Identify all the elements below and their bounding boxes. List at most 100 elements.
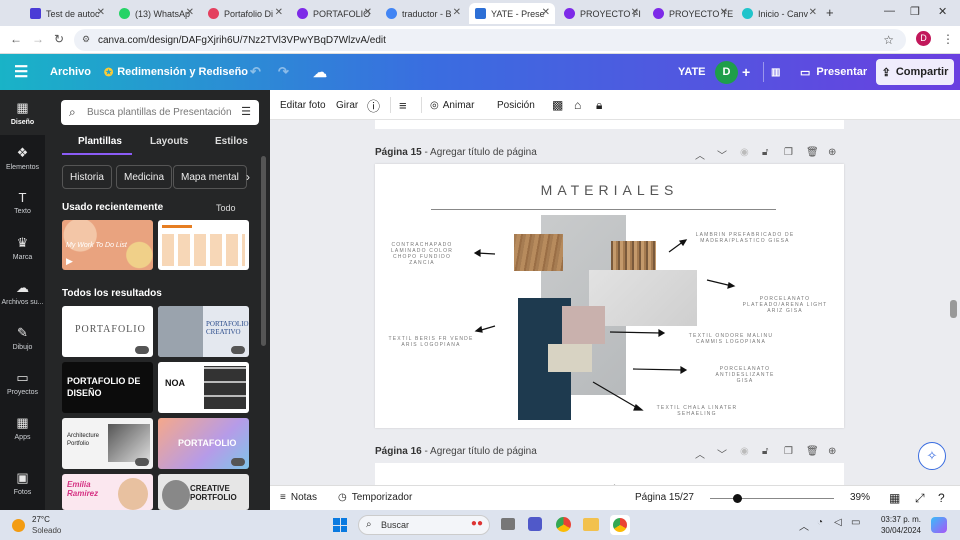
user-avatar[interactable]: D	[715, 61, 738, 84]
panel-scrollbar[interactable]	[261, 156, 266, 346]
rail-item-archivos[interactable]: ☁ Archivos su...	[0, 280, 45, 306]
close-icon[interactable]: ✕	[720, 7, 728, 18]
maximize-icon[interactable]: ❐	[910, 5, 920, 18]
close-icon[interactable]: ✕	[453, 7, 461, 18]
close-icon[interactable]: ✕	[186, 7, 194, 18]
close-window-icon[interactable]: ✕	[938, 5, 947, 18]
zoom-slider-knob[interactable]	[732, 494, 742, 503]
close-icon[interactable]: ✕	[631, 7, 639, 18]
material-label[interactable]: LAMBRIN PREFABRICADO DE MADERA/PLASTICO …	[693, 232, 797, 244]
add-collaborator-icon[interactable]: +	[742, 54, 750, 90]
analytics-icon[interactable]: ▥	[771, 54, 780, 90]
close-icon[interactable]: ✕	[97, 7, 105, 18]
template-thumb[interactable]: PORTAFOLIO	[62, 306, 153, 357]
duplicate-page-icon[interactable]: ❐	[784, 147, 793, 158]
hide-page-icon[interactable]: ◉	[740, 446, 749, 457]
file-explorer-icon[interactable]	[583, 518, 599, 531]
wifi-icon[interactable]: ◔	[817, 517, 823, 528]
info-icon[interactable]: ⓘ	[367, 90, 380, 120]
profile-avatar[interactable]: D	[916, 31, 931, 46]
browser-tab[interactable]: PROYECTO TE ✕	[647, 3, 733, 24]
design-name[interactable]: YATE	[678, 54, 706, 90]
browser-tab[interactable]: (13) WhatsAp ✕	[113, 3, 199, 24]
posicion-button[interactable]: Posición	[497, 90, 535, 120]
rail-item-proyectos[interactable]: ▭ Proyectos	[0, 370, 45, 396]
template-thumb[interactable]: PORTAFOLIO CREATIVO	[158, 306, 249, 357]
teams-icon[interactable]	[528, 517, 542, 531]
paint-format-icon[interactable]: ⌂	[574, 90, 581, 120]
browser-tab[interactable]: Portafolio Di ✕	[202, 3, 288, 24]
material-label[interactable]: PORCELANATO ANTIDESLIZANTE GISA	[709, 366, 781, 384]
tray-chevron-icon[interactable]: ︿	[799, 518, 809, 533]
fullscreen-icon[interactable]: ⤢	[915, 491, 925, 506]
tab-plantillas[interactable]: Plantillas	[78, 136, 122, 147]
chip-mapa-mental[interactable]: Mapa mental	[173, 165, 247, 189]
add-page-icon[interactable]: ⊕	[828, 446, 836, 457]
template-thumb[interactable]: Architecture Portfolio	[62, 418, 153, 469]
material-label[interactable]: CONTRACHAPADO LAMINADO COLOR CHOPO FUNDI…	[387, 242, 457, 266]
material-label[interactable]: TEXTIL BERIS FR VENDE ARIS LOGOPIANA	[383, 336, 479, 348]
reload-icon[interactable]: ↻	[54, 32, 64, 46]
delete-page-icon[interactable]: 🗑︎	[806, 147, 819, 158]
taskbar-search-input[interactable]: ⌕ Buscar ●●	[358, 515, 490, 535]
back-icon[interactable]: ←	[10, 32, 22, 46]
browser-tab-active[interactable]: YATE - Prese ✕	[469, 3, 555, 24]
archivo-menu[interactable]: Archivo	[50, 54, 91, 90]
close-icon[interactable]: ✕	[542, 7, 550, 18]
windows-start-icon[interactable]	[333, 518, 347, 532]
chevron-up-icon[interactable]: ︿	[695, 446, 705, 461]
girar-button[interactable]: Girar	[336, 90, 358, 120]
canvas-scrollbar[interactable]	[950, 300, 957, 318]
browser-tab[interactable]: PORTAFOLIO ✕	[291, 3, 377, 24]
template-thumb[interactable]: CREATIVE PORTFOLIO	[158, 474, 249, 510]
temporizador-button[interactable]: ◷ Temporizador	[338, 492, 412, 503]
browser-tab[interactable]: PROYECTO FI ✕	[558, 3, 644, 24]
hide-page-icon[interactable]: ◉	[740, 147, 749, 158]
weather-temp[interactable]: 27°C	[32, 515, 50, 524]
resize-button[interactable]: ✪ Redimensión y Rediseño	[104, 54, 248, 90]
material-label[interactable]: TEXTIL ONDORE MALINU CAMMIS LOGOPIANA	[681, 333, 781, 345]
zoom-slider-track[interactable]	[710, 498, 834, 499]
rail-item-texto[interactable]: T Texto	[0, 190, 45, 215]
slide-15[interactable]: MATERIALES CONTRACHAPADO LAMINADO COLOR …	[375, 164, 844, 428]
browser-tab[interactable]: Test de autoc ✕	[24, 3, 110, 24]
notas-button[interactable]: ≡ Notas	[280, 492, 317, 503]
chip-medicina[interactable]: Medicina	[116, 165, 173, 189]
minimize-icon[interactable]: —	[884, 5, 895, 17]
transparency-icon[interactable]: ▩	[552, 90, 563, 120]
cloud-save-icon[interactable]: ☁	[313, 54, 327, 90]
zoom-percent[interactable]: 39%	[850, 492, 870, 503]
chrome-icon[interactable]	[556, 517, 571, 532]
new-tab-button[interactable]: +	[826, 5, 834, 20]
delete-page-icon[interactable]: 🗑︎	[806, 446, 819, 457]
show-pages-chevron-icon[interactable]: ︿	[610, 477, 619, 485]
help-icon[interactable]: ?	[938, 491, 945, 505]
page-indicator[interactable]: Página 15/27	[635, 492, 694, 503]
template-thumb[interactable]: PORTAFOLIO DE DISEÑO	[62, 362, 153, 413]
rail-item-fotos[interactable]: ▣ Fotos	[0, 470, 45, 496]
task-view-icon[interactable]	[501, 518, 515, 530]
browser-tab[interactable]: traductor - B ✕	[380, 3, 466, 24]
copilot-icon[interactable]	[931, 517, 947, 533]
lock-icon[interactable]: 🔒︎	[596, 90, 602, 120]
filter-icon[interactable]: ☰	[241, 105, 251, 118]
template-thumb[interactable]	[158, 220, 249, 270]
more-menu-icon[interactable]: ⋮	[942, 32, 954, 46]
close-icon[interactable]: ✕	[809, 7, 817, 18]
animar-button[interactable]: ◎ Animar	[430, 90, 474, 120]
page-15-header[interactable]: Página 15 - Agregar título de página	[375, 147, 537, 158]
browser-tab[interactable]: Inicio - Canv ✕	[736, 3, 822, 24]
lock-page-icon[interactable]: 🔓︎	[762, 446, 768, 457]
duplicate-page-icon[interactable]: ❐	[784, 446, 793, 457]
volume-icon[interactable]: ◁	[834, 517, 842, 528]
template-thumb[interactable]: PORTAFOLIO	[158, 418, 249, 469]
url-field[interactable]: ⚙ canva.com/design/DAFgXjrih6U/7Nz2TVl3V…	[74, 29, 906, 51]
rail-item-diseno[interactable]: ▦ Diseño	[0, 100, 45, 126]
page-16-header[interactable]: Página 16 - Agregar título de página	[375, 446, 537, 457]
lock-page-icon[interactable]: 🔓︎	[762, 147, 768, 158]
bookmark-star-icon[interactable]: ☆	[883, 33, 894, 47]
forward-icon[interactable]: →	[32, 32, 44, 46]
rail-item-elementos[interactable]: ❖ Elementos	[0, 145, 45, 171]
template-search-input[interactable]: ⌕ Busca plantillas de Presentación ☰	[61, 100, 259, 125]
chip-historia[interactable]: Historia	[62, 165, 112, 189]
